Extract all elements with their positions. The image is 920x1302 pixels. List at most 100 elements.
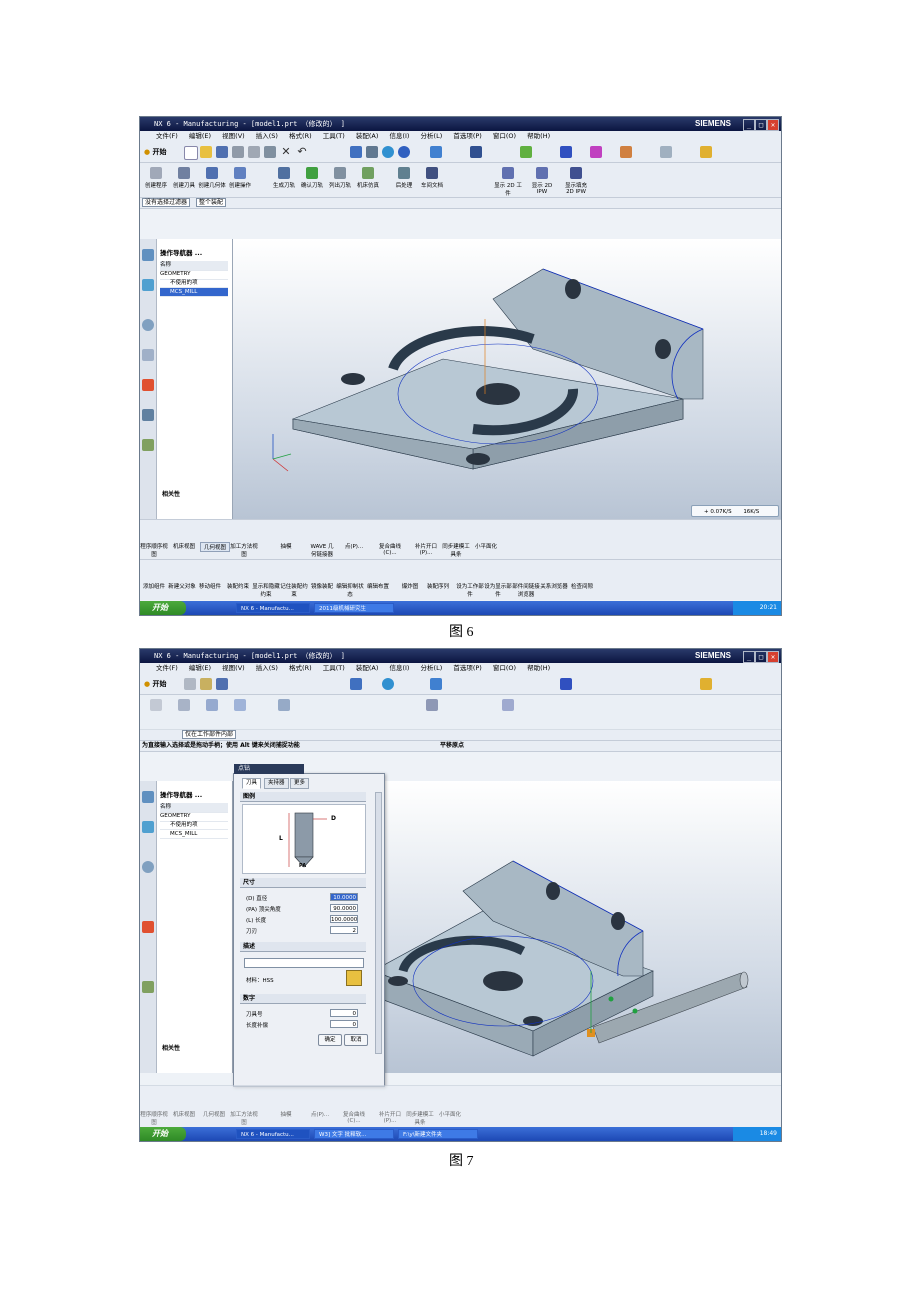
minimize-button[interactable]: _: [743, 119, 755, 131]
exploded-view-label[interactable]: 爆炸图: [396, 582, 424, 590]
menu-view[interactable]: 视图(V): [222, 132, 245, 140]
create-geometry-icon[interactable]: [206, 167, 218, 179]
tab-holder[interactable]: 夹持器: [264, 778, 289, 789]
point-angle-input[interactable]: 90.0000: [330, 904, 358, 912]
scope-filter-select[interactable]: 整个装配: [195, 198, 226, 207]
select-icon[interactable]: [560, 146, 572, 158]
machine-sim-icon[interactable]: [362, 167, 374, 179]
select-icon[interactable]: [560, 678, 572, 690]
undo-icon[interactable]: ↶: [296, 146, 308, 158]
tree-row-mcs-mill[interactable]: MCS_MILL: [160, 288, 228, 297]
palette-icon[interactable]: [700, 678, 712, 690]
description-input[interactable]: [244, 958, 364, 968]
facet-label[interactable]: 小平面化: [436, 1110, 464, 1118]
part-tab-icon[interactable]: [142, 279, 154, 291]
material-select-icon[interactable]: [346, 970, 362, 986]
menu-format[interactable]: 格式(R): [289, 132, 312, 140]
part-tab-icon[interactable]: [142, 821, 154, 833]
menu-info[interactable]: 信息(I): [389, 132, 409, 140]
new-icon[interactable]: [184, 146, 198, 160]
flutes-input[interactable]: 2: [330, 926, 358, 934]
relation-browser-label[interactable]: 关系浏览器: [540, 582, 568, 590]
save-icon[interactable]: [216, 678, 228, 690]
interpart-browser-label[interactable]: 部件间链接浏览器: [512, 582, 540, 598]
menu-view[interactable]: 视图(V): [222, 664, 245, 672]
close-button[interactable]: ✕: [767, 651, 779, 663]
show-hide-constraint-label[interactable]: 显示和隐藏约束: [252, 582, 280, 598]
menu-format[interactable]: 格式(R): [289, 664, 312, 672]
section-numbers[interactable]: 数字: [240, 994, 366, 1004]
rotate-icon[interactable]: [398, 146, 410, 158]
reuse-tab-icon[interactable]: [142, 349, 154, 361]
menu-assembly[interactable]: 装配(A): [356, 132, 379, 140]
menu-edit[interactable]: 编辑(E): [189, 132, 211, 140]
patch-opening-label[interactable]: 补片开口(P)...: [376, 1110, 404, 1124]
menu-window[interactable]: 窗口(O): [493, 132, 516, 140]
composite-curve-label[interactable]: 复合曲线(C)...: [376, 542, 404, 556]
draft-label[interactable]: 抽模: [272, 1110, 300, 1118]
history-tab-icon[interactable]: [142, 319, 154, 331]
generate-path-icon[interactable]: [278, 167, 290, 179]
menu-help[interactable]: 帮助(H): [527, 132, 550, 140]
tab-more[interactable]: 更多: [290, 778, 310, 789]
minimize-button[interactable]: _: [743, 651, 755, 663]
roles-tab-icon[interactable]: [142, 439, 154, 451]
check-clearance-label[interactable]: 检查间隙: [568, 582, 596, 590]
delete-icon[interactable]: ✕: [280, 146, 292, 158]
save-icon[interactable]: [216, 146, 228, 158]
menu-tools[interactable]: 工具(T): [323, 664, 345, 672]
tab-tool[interactable]: 刀具: [242, 778, 262, 789]
menu-preferences[interactable]: 首选项(P): [453, 664, 482, 672]
maximize-button[interactable]: □: [755, 119, 767, 131]
assembly-constraint-label[interactable]: 装配约束: [224, 582, 252, 590]
shade-icon[interactable]: [430, 146, 442, 158]
section-description[interactable]: 描述: [240, 942, 366, 952]
tool-number-input[interactable]: 0: [330, 1009, 358, 1017]
create-operation-icon[interactable]: [234, 167, 246, 179]
cut-icon[interactable]: [232, 146, 244, 158]
geometry-view-label[interactable]: 几何视图: [200, 1110, 228, 1118]
section-diagram[interactable]: 图例: [240, 792, 366, 802]
render-icon[interactable]: [470, 146, 482, 158]
menu-file[interactable]: 文件(F): [156, 664, 178, 672]
new-icon[interactable]: [184, 678, 196, 690]
palette-tab-icon[interactable]: [142, 379, 154, 391]
view-fit-icon[interactable]: [350, 146, 362, 158]
machine-view-label[interactable]: 机床视图: [170, 1110, 198, 1118]
shop-doc-icon[interactable]: [426, 167, 438, 179]
draft-label[interactable]: 抽模: [272, 542, 300, 550]
show-2d-ipw-icon[interactable]: [536, 167, 548, 179]
analysis-icon[interactable]: [660, 146, 672, 158]
method-view-label[interactable]: 加工方法视图: [230, 1110, 258, 1126]
menu-help[interactable]: 帮助(H): [527, 664, 550, 672]
menu-assembly[interactable]: 装配(A): [356, 664, 379, 672]
tree-row-unused[interactable]: 不使用的项: [160, 279, 228, 288]
snap-icon[interactable]: [590, 146, 602, 158]
patch-opening-label[interactable]: 补片开口(P)...: [412, 542, 440, 556]
menu-edit[interactable]: 编辑(E): [189, 664, 211, 672]
start-button[interactable]: 开始: [140, 601, 186, 615]
paste-icon[interactable]: [264, 146, 276, 158]
sync-modeling-label[interactable]: 同步建模工具条: [406, 1110, 434, 1126]
dialog-scrollbar[interactable]: [375, 792, 382, 1054]
copy-icon[interactable]: [248, 146, 260, 158]
roles-tab-icon[interactable]: [142, 981, 154, 993]
zoom-icon[interactable]: [382, 146, 394, 158]
mirror-assembly-label[interactable]: 镜像装配: [308, 582, 336, 590]
menu-preferences[interactable]: 首选项(P): [453, 132, 482, 140]
create-program-icon[interactable]: [150, 167, 162, 179]
remember-constraint-label[interactable]: 记住装配约束: [280, 582, 308, 598]
navigator-tab-icon[interactable]: [142, 791, 154, 803]
diameter-input[interactable]: 10.0000: [330, 893, 358, 901]
menu-analysis[interactable]: 分析(L): [421, 132, 443, 140]
layer-icon[interactable]: [520, 146, 532, 158]
create-tool-icon[interactable]: [178, 167, 190, 179]
cancel-button[interactable]: 取消: [344, 1034, 368, 1046]
point-label[interactable]: 点(P)...: [306, 1110, 334, 1118]
sync-modeling-label[interactable]: 同步建模工具条: [442, 542, 470, 558]
start-menu-button[interactable]: ● 开始: [144, 679, 167, 689]
set-work-part-label[interactable]: 设为工作部件: [456, 582, 484, 598]
graphics-window[interactable]: + 0.07K/S 16K/S: [233, 239, 781, 519]
menu-analysis[interactable]: 分析(L): [421, 664, 443, 672]
open-icon[interactable]: [200, 678, 212, 690]
